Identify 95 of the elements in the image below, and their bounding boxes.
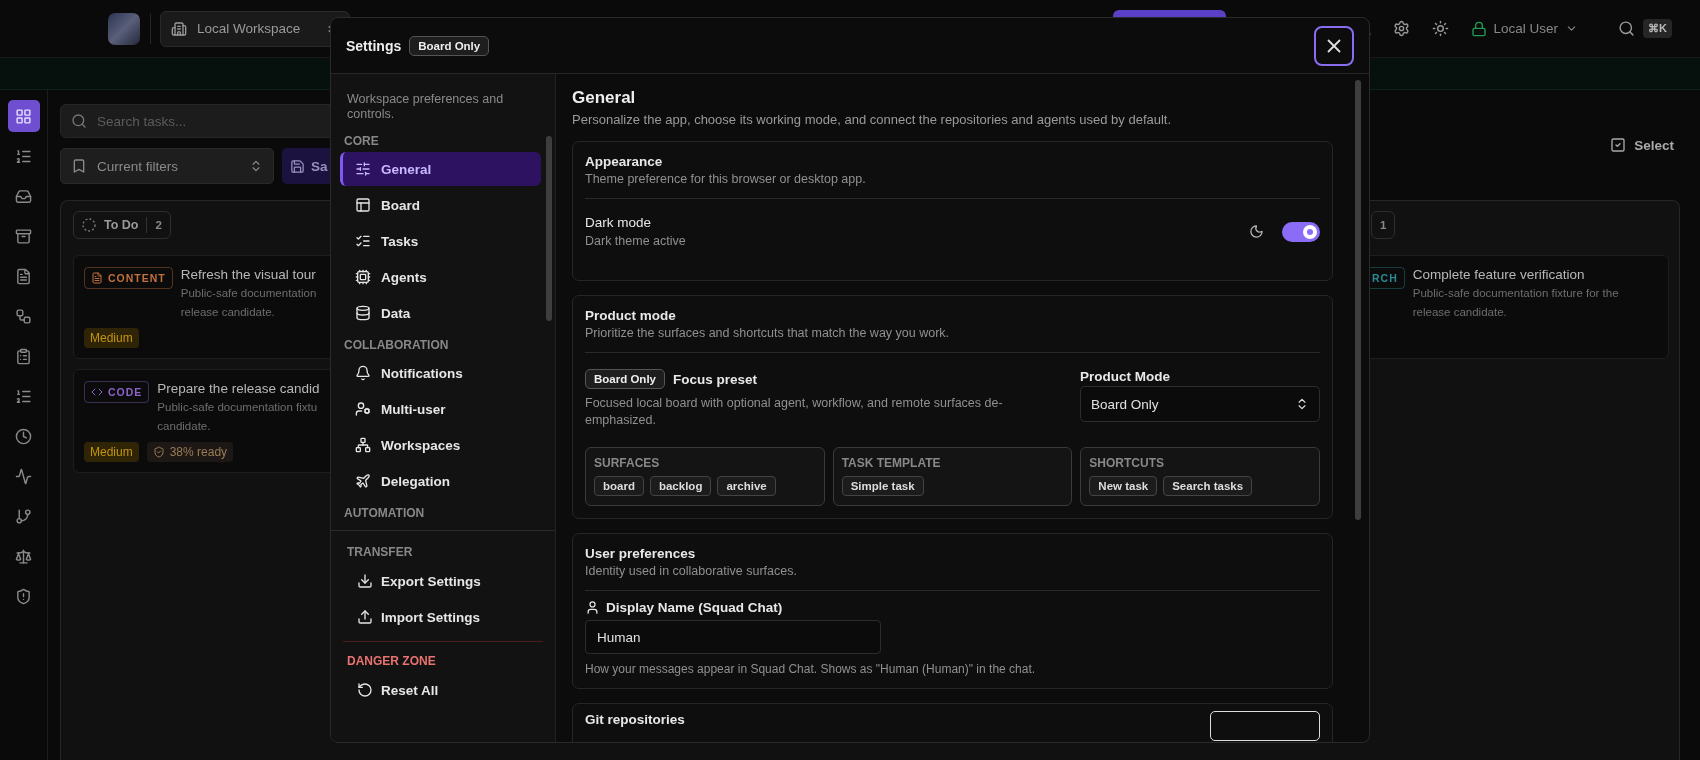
network-icon: [355, 437, 371, 453]
card-description: Identity used in collaborative surfaces.: [585, 564, 798, 578]
user-icon: [585, 600, 600, 615]
upload-icon: [357, 609, 373, 625]
group-label: TASK TEMPLATE: [841, 456, 942, 470]
moon-icon: [1249, 224, 1264, 239]
task-description: release candidate.: [1412, 305, 1508, 320]
chevron-icon: [249, 159, 263, 173]
dark-mode-toggle[interactable]: [1282, 221, 1320, 242]
task-description: Public-safe documentation fixtu: [157, 400, 319, 415]
chip: Simple task: [841, 476, 924, 496]
column-count: 1: [1380, 219, 1387, 231]
product-mode-select[interactable]: Board Only: [1080, 386, 1320, 422]
close-button[interactable]: [1314, 25, 1354, 66]
reset-icon: [357, 682, 373, 698]
task-description: Public-safe documentation: [180, 286, 317, 301]
field-hint: How your messages appear in Squad Chat. Shows as "Human (Human)" in the chat.: [585, 662, 1037, 676]
nav-item[interactable]: Board: [340, 188, 541, 222]
chip-icon: [355, 269, 371, 285]
priority-badge: Medium: [84, 328, 139, 348]
sidebar-intro: Workspace preferences and controls.: [346, 92, 505, 122]
category-tag: CONTENT: [84, 267, 173, 289]
bell-icon: [355, 365, 371, 381]
column-title: To Do: [104, 218, 139, 232]
group-label: TRANSFER: [346, 545, 414, 559]
display-name-field[interactable]: Human: [585, 620, 881, 654]
group-label: DANGER ZONE: [346, 654, 437, 668]
sun-icon[interactable]: [1431, 20, 1449, 37]
group-label: CORE: [343, 134, 380, 148]
field-label: Display Name (Squad Chat): [606, 600, 783, 615]
download-icon: [357, 573, 373, 589]
preset-description: Focused local board with optional agent, workflow, and remote surfaces de-emphasized.: [585, 395, 1004, 429]
card-description: Theme preference for this browser or desktop app.: [585, 172, 867, 186]
chip: Search tasks: [1163, 476, 1253, 496]
setting-hint: Dark theme active: [585, 234, 686, 248]
chip: New task: [1089, 476, 1158, 496]
search-icon[interactable]: [1618, 20, 1636, 37]
setting-label: Dark mode: [585, 215, 653, 230]
card-title: Appearance: [585, 154, 664, 169]
preset-badge: Board Only: [585, 369, 665, 389]
database-icon: [355, 305, 371, 321]
card-title: Product mode: [585, 308, 677, 323]
task-title: Complete feature verification: [1412, 267, 1586, 282]
logo-image[interactable]: [108, 12, 140, 45]
task-title: Prepare the release candid: [157, 381, 320, 396]
user-gear-icon: [355, 401, 371, 417]
task-description: Public-safe documentation fixture for the: [1412, 286, 1619, 301]
page-description: Personalize the app, choose its working mode, and connect the repositories and agents used by default.: [572, 112, 1173, 127]
checkbox-icon: [1610, 137, 1627, 153]
preset-title: Focus preset: [673, 371, 757, 387]
filter-select[interactable]: Current filters: [60, 148, 274, 184]
action-button[interactable]: Export Settings: [343, 563, 543, 599]
chip: backlog: [649, 476, 712, 496]
task-title: Refresh the visual tour: [180, 267, 317, 282]
mode-badge: Board Only: [409, 35, 490, 56]
outline-button[interactable]: [1210, 711, 1320, 741]
group-label: AUTOMATION: [343, 506, 426, 520]
field-label: Product Mode: [1080, 369, 1171, 384]
task-description: candidate.: [157, 419, 212, 434]
card-title: Git repositories: [585, 712, 685, 729]
grid-icon[interactable]: [7, 100, 40, 132]
dashed-circle-icon: [82, 218, 96, 232]
group-label: SHORTCUTS: [1089, 456, 1165, 470]
scrollbar-thumb[interactable]: [1355, 80, 1361, 520]
document-icon: [91, 272, 103, 284]
shield-icon: [152, 446, 165, 458]
page-title: General: [572, 88, 637, 108]
column-count: 2: [155, 219, 162, 231]
nav-item[interactable]: General: [340, 152, 541, 186]
readiness-badge: 38% ready: [146, 442, 234, 462]
plane-icon: [355, 473, 371, 489]
card-title: User preferences: [585, 546, 697, 561]
building-icon: [171, 20, 187, 37]
category-tag: CODE: [84, 381, 150, 403]
shortcut-key: ⌘K: [1643, 19, 1672, 38]
lock-icon: [1470, 20, 1487, 37]
group-label: SURFACES: [594, 456, 661, 470]
action-button[interactable]: Reset All: [343, 672, 543, 708]
chip: archive: [717, 476, 776, 496]
task-description: release candidate.: [180, 305, 276, 320]
bookmark-icon: [71, 158, 87, 174]
user-menu[interactable]: Local User: [1470, 20, 1579, 37]
card-description: Prioritize the surfaces and shortcuts that match the way you work.: [585, 326, 951, 340]
action-button[interactable]: Import Settings: [343, 599, 543, 635]
priority-badge: Medium: [84, 442, 139, 462]
scrollbar-thumb[interactable]: [546, 136, 552, 321]
checklist-icon: [355, 233, 371, 249]
layout-icon: [355, 197, 371, 213]
sliders-icon: [355, 161, 371, 177]
select-button[interactable]: Select: [1604, 136, 1680, 154]
save-icon: [290, 158, 305, 174]
settings-icon[interactable]: [1392, 20, 1410, 37]
chip: board: [594, 476, 644, 496]
code-icon: [91, 386, 103, 398]
nav-item[interactable]: Tasks: [340, 224, 541, 258]
